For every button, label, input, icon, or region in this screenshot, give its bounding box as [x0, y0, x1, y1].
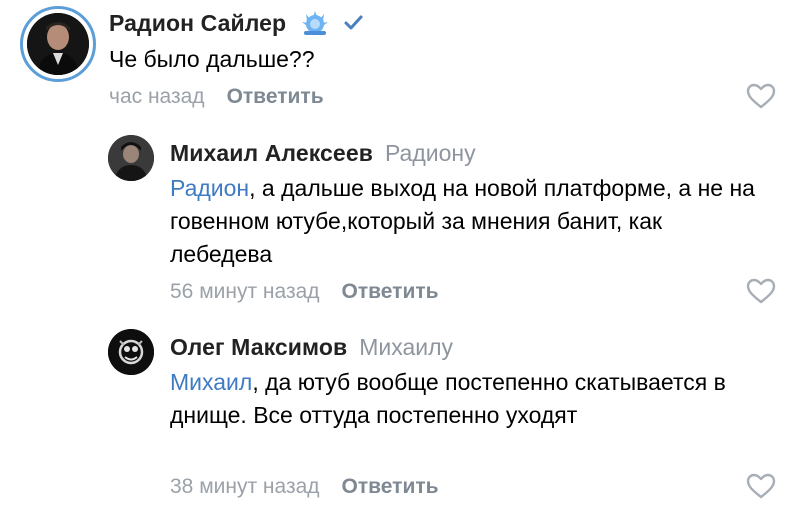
comment-meta: 56 минут назад Ответить	[170, 279, 439, 305]
comment-text: Че было дальше??	[109, 46, 315, 72]
comment-time: час назад	[109, 85, 205, 108]
comment-meta: час назад Ответить	[109, 84, 324, 110]
reply-to-label[interactable]: Радиону	[385, 140, 476, 167]
comment-text: Михаил, да ютуб вообще постепенно скатыв…	[170, 366, 770, 432]
reply-button[interactable]: Ответить	[227, 85, 324, 109]
heart-outline-icon[interactable]	[746, 278, 776, 304]
comment-meta: 38 минут назад Ответить	[170, 474, 439, 500]
blue-spiky-badge-icon	[298, 8, 332, 38]
comment-text: Радион, а дальше выход на новой платформ…	[170, 172, 770, 271]
reply-button[interactable]: Ответить	[342, 475, 439, 499]
avatar-photo	[108, 135, 154, 181]
author-name[interactable]: Радион Сайлер	[109, 10, 286, 37]
reply-button[interactable]: Ответить	[342, 280, 439, 304]
avatar-photo	[108, 329, 154, 375]
author-name[interactable]: Михаил Алексеев	[170, 140, 373, 167]
heart-outline-icon[interactable]	[746, 83, 776, 109]
avatar[interactable]	[108, 135, 154, 181]
mention-link[interactable]: Михаил	[170, 369, 252, 395]
avatar[interactable]	[108, 329, 154, 375]
comment-time: 38 минут назад	[170, 475, 320, 498]
comment-time: 56 минут назад	[170, 280, 320, 303]
reply-to-label[interactable]: Михаилу	[359, 334, 453, 361]
mention-link[interactable]: Радион	[170, 175, 249, 201]
comment-body: , да ютуб вообще постепенно скатывается …	[170, 369, 726, 428]
avatar-photo	[27, 13, 89, 75]
avatar[interactable]	[27, 13, 89, 75]
author-row: Олег Максимов Михаилу	[170, 332, 453, 362]
heart-outline-icon[interactable]	[746, 473, 776, 499]
comment-body: , а дальше выход на новой платформе, а н…	[170, 175, 755, 267]
verified-check-icon	[342, 12, 364, 34]
author-row: Михаил Алексеев Радиону	[170, 138, 476, 168]
author-name[interactable]: Олег Максимов	[170, 334, 347, 361]
author-row: Радион Сайлер	[109, 8, 364, 38]
